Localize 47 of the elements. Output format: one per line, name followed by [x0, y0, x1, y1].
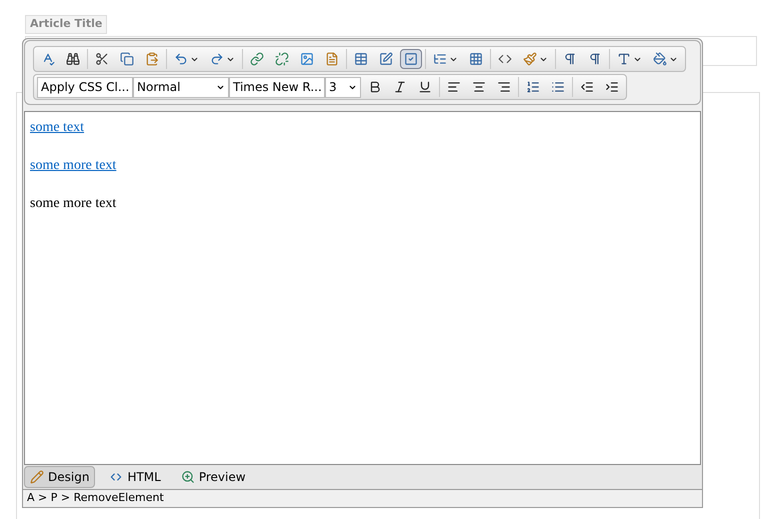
paragraph: some more text — [30, 195, 118, 213]
table-icon — [354, 52, 368, 66]
grid-icon — [469, 52, 483, 66]
scissors-icon — [95, 52, 109, 66]
code-icon — [498, 52, 512, 66]
tab[interactable]: HTML — [103, 466, 167, 488]
dropdown[interactable]: Normal — [133, 76, 229, 98]
copy-icon — [120, 52, 134, 66]
redo-icon — [210, 52, 224, 66]
edit-icon — [379, 52, 393, 66]
pilcrow-icon — [588, 52, 602, 66]
link[interactable]: some text — [30, 120, 84, 135]
dropdown[interactable]: Apply CSS Cl... — [37, 76, 133, 98]
italic-icon — [393, 80, 407, 94]
field-label: Article Title — [25, 15, 108, 34]
element-path: A > P > RemoveElement — [27, 490, 164, 506]
unlink-icon — [275, 52, 289, 66]
font-color-icon — [617, 52, 631, 66]
spellcheck-icon — [41, 52, 55, 66]
indent-icon — [605, 80, 619, 94]
align-center-icon — [472, 80, 486, 94]
tab[interactable]: Design — [24, 466, 96, 488]
numbered-list-icon — [526, 80, 540, 94]
zoom-icon — [180, 470, 195, 484]
check-icon — [404, 52, 418, 66]
tree-icon — [433, 52, 447, 66]
bullet-list-icon — [551, 80, 565, 94]
undo-icon — [174, 52, 188, 66]
tab[interactable]: Preview — [174, 466, 252, 488]
paste-icon — [145, 52, 159, 66]
dropdown[interactable]: 3 — [325, 76, 361, 98]
document-icon — [325, 52, 339, 66]
outdent-icon — [580, 80, 594, 94]
dropdown[interactable]: Times New R... — [229, 76, 325, 98]
link[interactable]: some more text — [30, 158, 116, 173]
underline-icon — [418, 80, 432, 94]
brush-icon — [523, 52, 537, 66]
align-left-icon — [447, 80, 461, 94]
paint-bucket-icon — [653, 52, 667, 66]
image-icon — [300, 52, 314, 66]
link-icon — [250, 52, 264, 66]
editor-content[interactable]: some text some more text some more text — [24, 111, 701, 465]
bold-icon — [368, 80, 382, 94]
pencil-icon — [30, 470, 44, 484]
align-right-icon — [497, 80, 511, 94]
pilcrow-icon — [563, 52, 577, 66]
binoculars-icon — [66, 52, 80, 66]
